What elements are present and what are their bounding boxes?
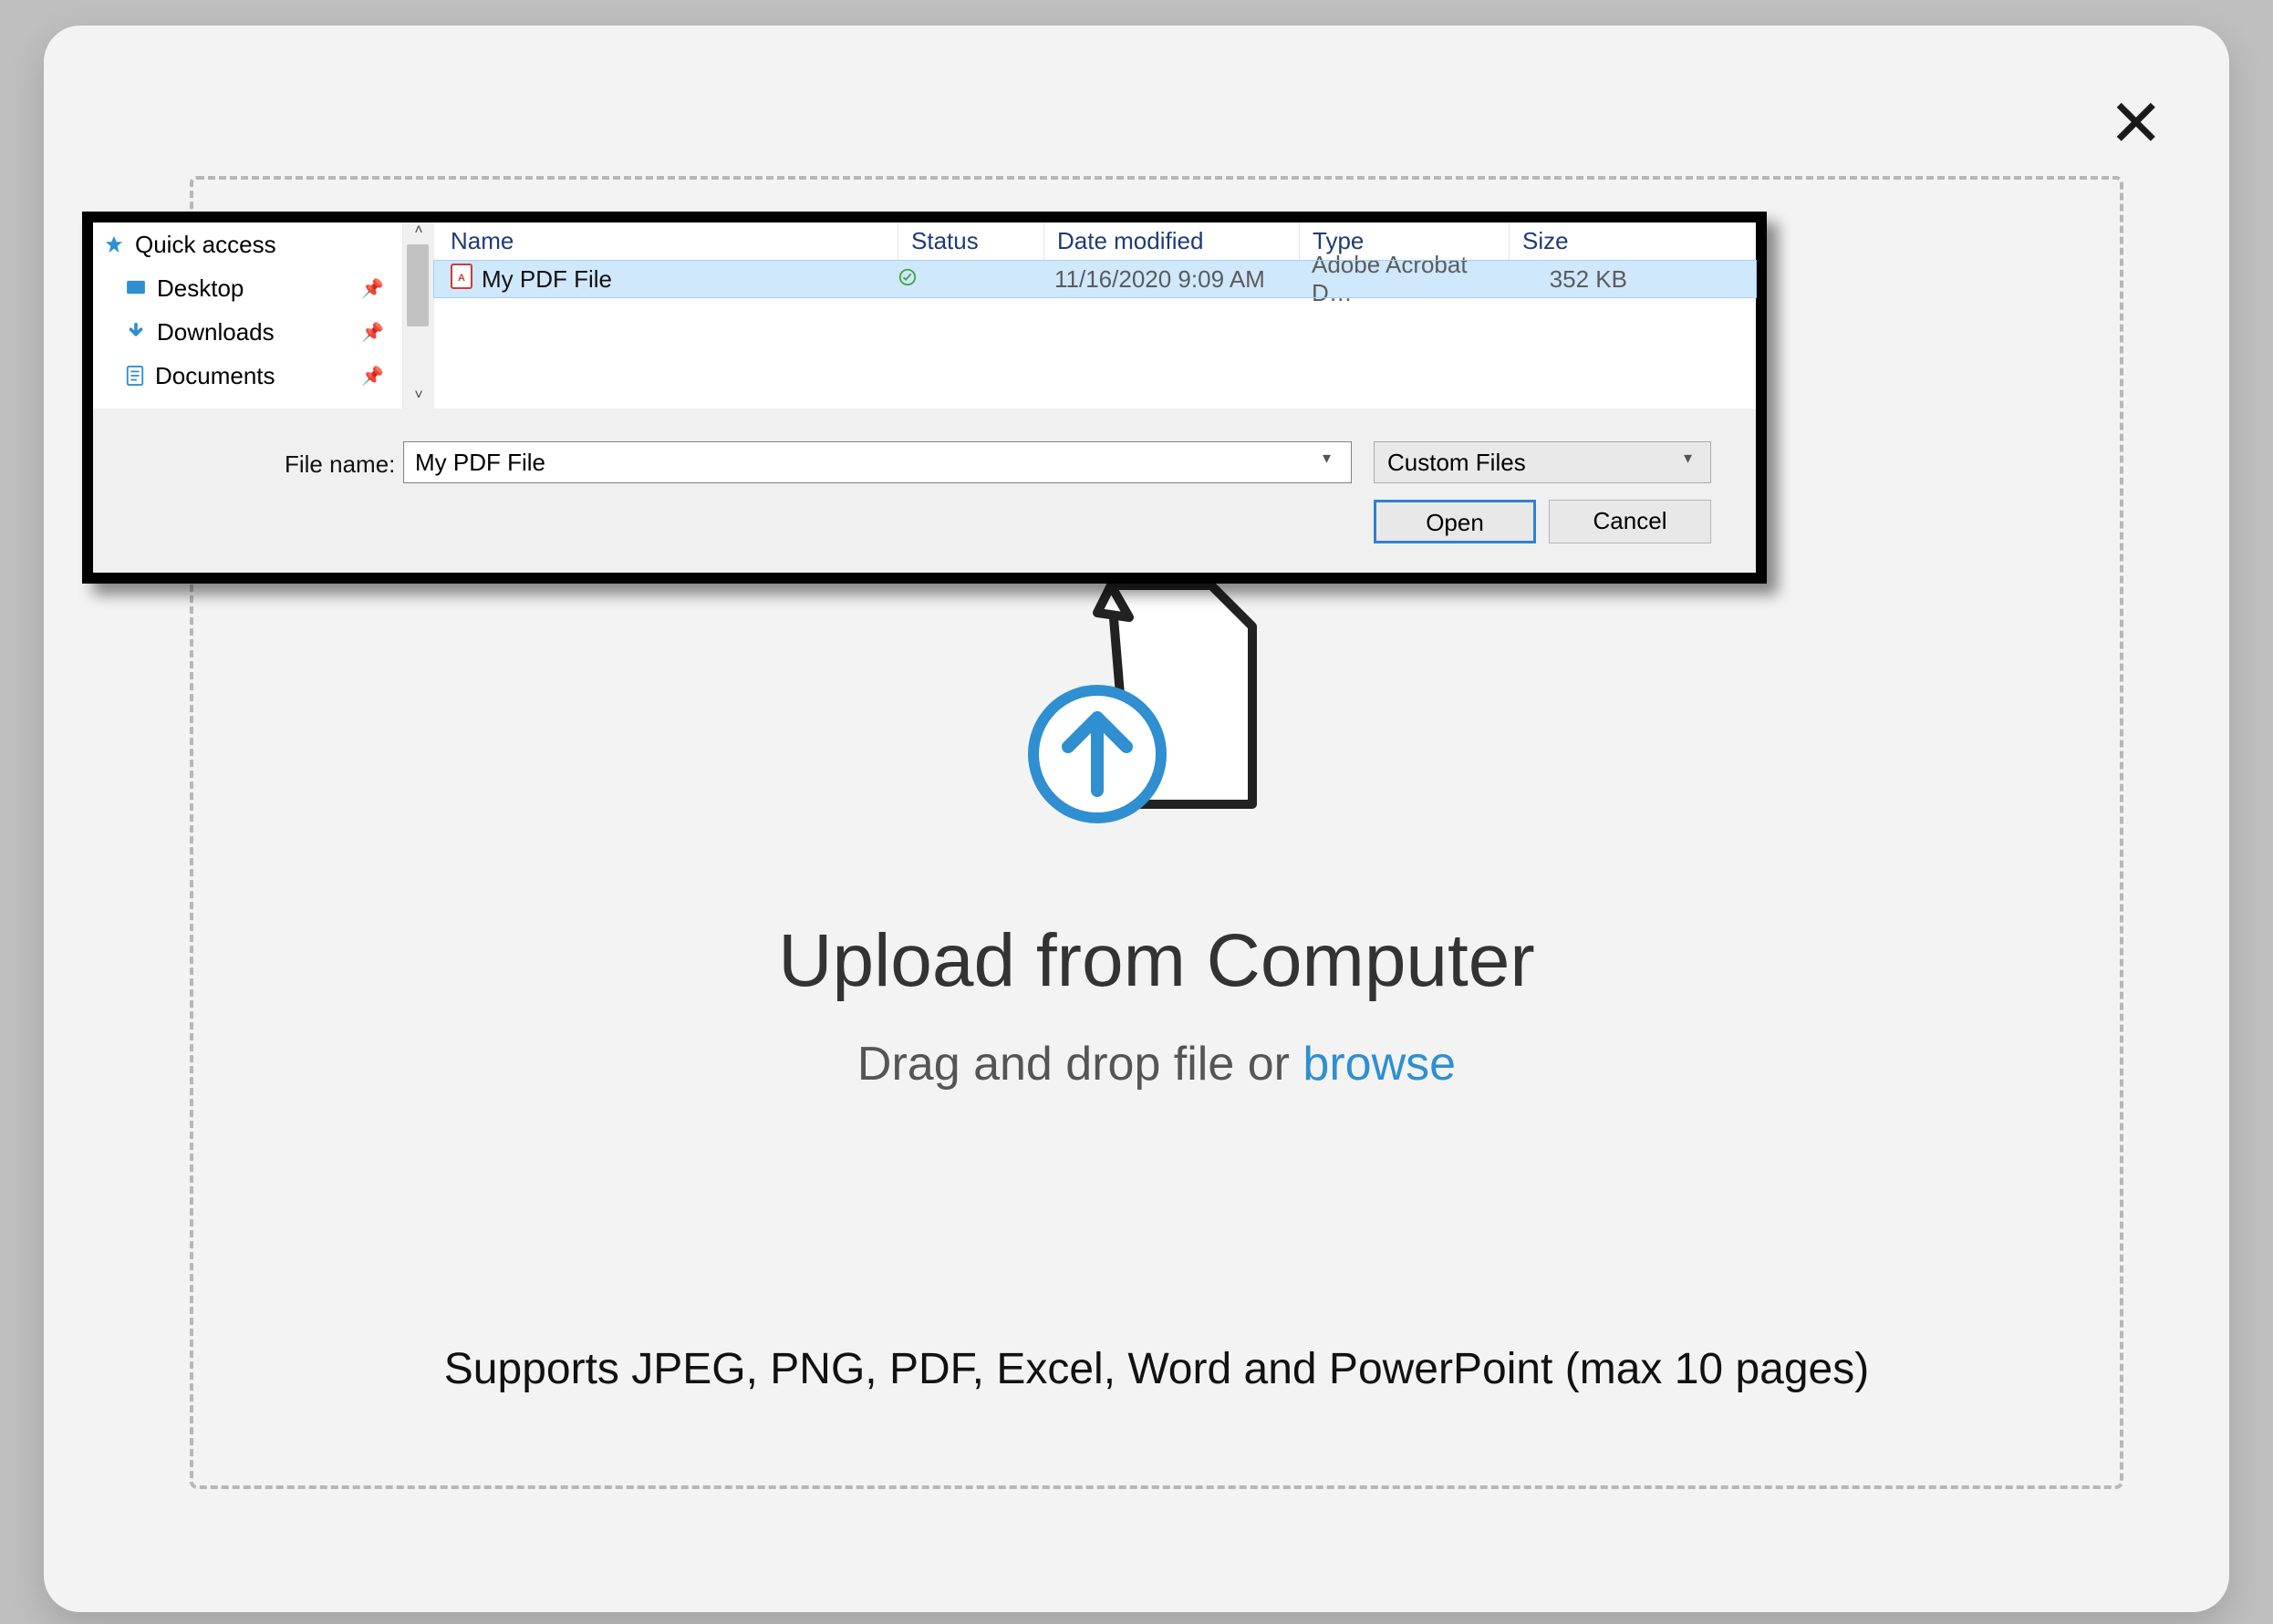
file-list: Name Status Date modified Type Size A My… xyxy=(434,222,1756,409)
close-button[interactable]: ✕ xyxy=(2109,91,2164,157)
browse-link[interactable]: browse xyxy=(1303,1038,1456,1091)
upload-title: Upload from Computer xyxy=(193,918,2120,1004)
document-icon xyxy=(126,366,144,386)
col-name[interactable]: Name xyxy=(451,227,898,255)
upload-graphic-icon xyxy=(1020,576,1293,850)
sidebar-item-label: Downloads xyxy=(157,318,275,347)
sidebar-quick-access[interactable]: Quick access xyxy=(93,222,402,266)
col-status[interactable]: Status xyxy=(898,222,1043,260)
file-dialog-controls: File name: ▾ ▾ Open Cancel xyxy=(93,409,1756,573)
upload-subtitle: Drag and drop file or browse xyxy=(193,1037,2120,1091)
column-headers: Name Status Date modified Type Size xyxy=(434,222,1756,261)
pin-icon: 📌 xyxy=(361,321,384,344)
desktop-icon xyxy=(126,280,146,296)
cancel-button[interactable]: Cancel xyxy=(1549,500,1711,543)
pdf-icon: A xyxy=(451,264,472,295)
file-type: Adobe Acrobat D… xyxy=(1299,251,1509,307)
file-type-filter[interactable] xyxy=(1374,441,1711,483)
svg-text:A: A xyxy=(458,273,465,284)
sidebar-item-label: Quick access xyxy=(135,231,276,259)
open-button[interactable]: Open xyxy=(1374,500,1536,543)
supported-formats: Supports JPEG, PNG, PDF, Excel, Word and… xyxy=(193,1344,2120,1394)
scroll-thumb[interactable] xyxy=(407,244,429,326)
file-name-input[interactable] xyxy=(403,441,1352,483)
file-open-dialog: Quick access Desktop 📌 Downloads 📌 xyxy=(82,212,1767,584)
sidebar-item-desktop[interactable]: Desktop 📌 xyxy=(93,266,402,310)
sidebar-item-label: Documents xyxy=(155,362,275,390)
file-date: 11/16/2020 9:09 AM xyxy=(1043,265,1299,294)
file-name-label: File name: xyxy=(285,450,395,479)
sidebar-item-downloads[interactable]: Downloads 📌 xyxy=(93,310,402,354)
scroll-up-icon[interactable]: ˄ xyxy=(403,222,434,244)
sidebar-item-documents[interactable]: Documents 📌 xyxy=(93,354,402,398)
status-ok-icon xyxy=(898,265,918,293)
subline-text: Drag and drop file or xyxy=(857,1038,1303,1091)
file-name: My PDF File xyxy=(482,265,612,294)
file-row[interactable]: A My PDF File 11/16/2020 9:09 AM Adobe A… xyxy=(434,261,1756,297)
download-icon xyxy=(126,322,146,342)
file-size: 352 KB xyxy=(1509,265,1655,294)
sidebar-scrollbar[interactable]: ˄ ˅ xyxy=(403,222,434,409)
col-date[interactable]: Date modified xyxy=(1043,222,1299,260)
upload-modal: ✕ Upload from Computer Drag and drop fil… xyxy=(44,26,2229,1612)
pin-icon: 📌 xyxy=(361,277,384,300)
star-icon xyxy=(104,234,124,254)
col-size[interactable]: Size xyxy=(1509,222,1655,260)
scroll-down-icon[interactable]: ˅ xyxy=(403,388,434,409)
pin-icon: 📌 xyxy=(361,365,384,388)
sidebar-item-label: Desktop xyxy=(157,274,244,303)
